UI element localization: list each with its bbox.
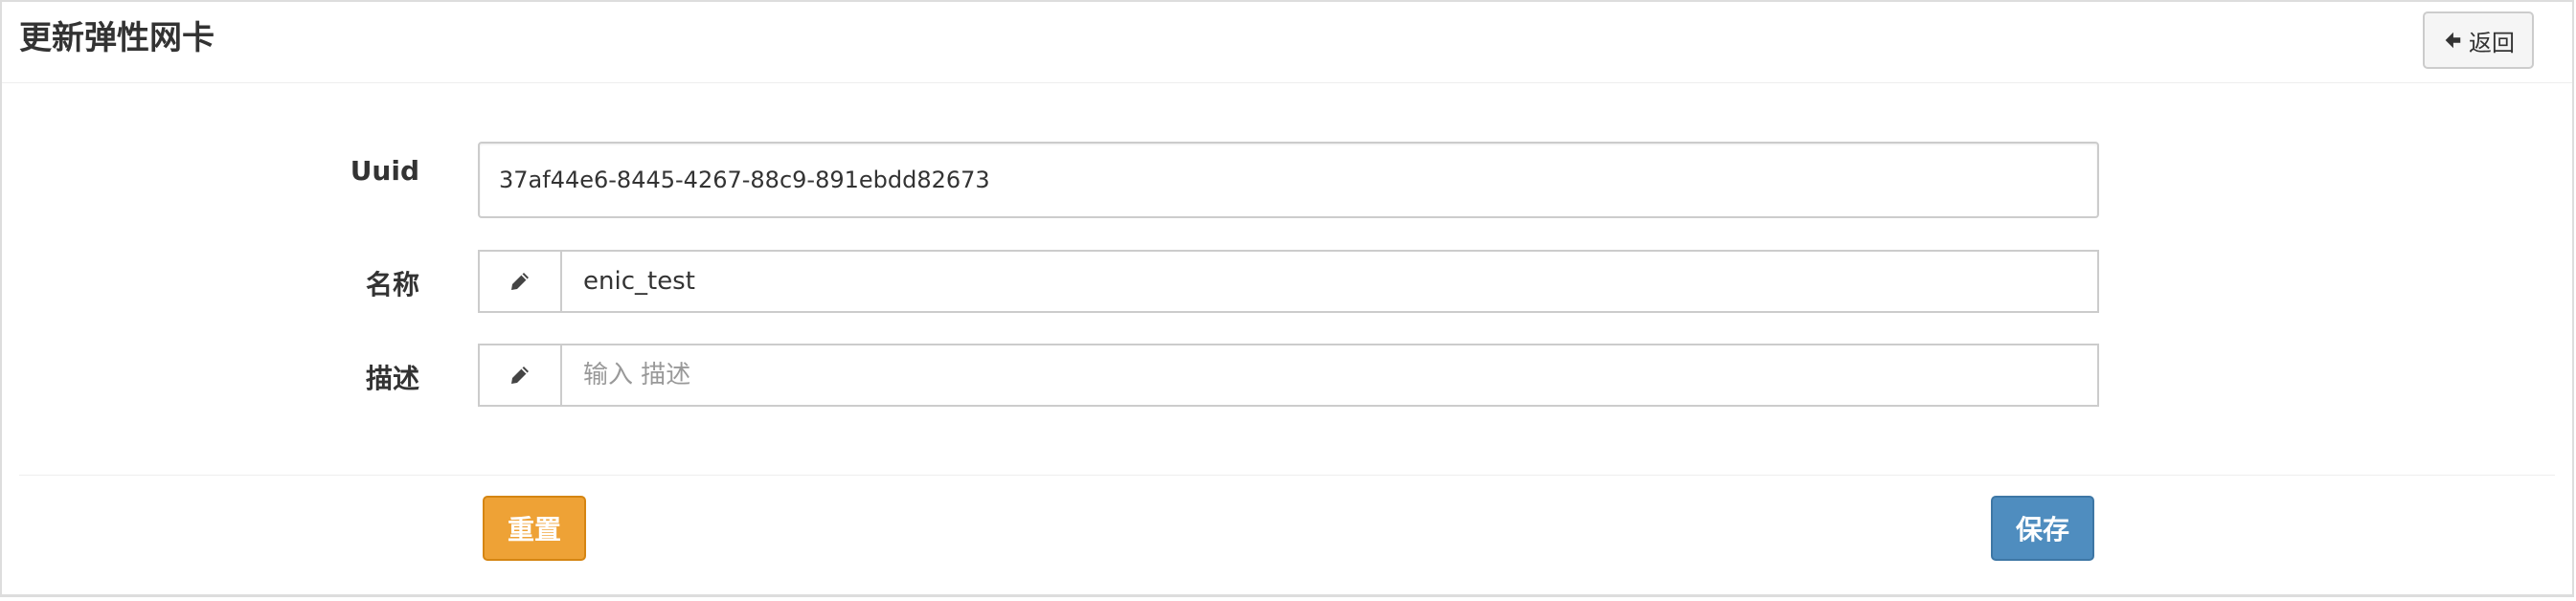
pencil-icon: [511, 367, 529, 384]
description-input[interactable]: [562, 345, 2097, 405]
reset-button[interactable]: 重置: [483, 496, 586, 561]
save-button[interactable]: 保存: [1991, 496, 2094, 561]
uuid-field[interactable]: 37af44e6-8445-4267-88c9-891ebdd82673: [478, 142, 2099, 218]
name-addon: [480, 252, 562, 311]
footer-divider: [19, 475, 2555, 476]
back-button[interactable]: 返回: [2423, 11, 2534, 69]
edit-panel: 更新弹性网卡 返回 Uuid 37af44e6-8445-4267-88c9-8…: [0, 0, 2574, 597]
name-input-group: [478, 250, 2099, 313]
pencil-icon: [511, 273, 529, 290]
description-input-group: [478, 344, 2099, 407]
uuid-label: Uuid: [350, 155, 419, 187]
name-label: 名称: [365, 269, 419, 300]
name-input[interactable]: [562, 252, 2097, 311]
panel-header: 更新弹性网卡 返回: [2, 2, 2572, 83]
page-title: 更新弹性网卡: [19, 19, 215, 57]
uuid-value: 37af44e6-8445-4267-88c9-891ebdd82673: [499, 167, 990, 193]
description-addon: [480, 345, 562, 405]
description-label: 描述: [365, 363, 419, 394]
arrow-left-icon: [2445, 32, 2461, 49]
back-button-label: 返回: [2469, 29, 2515, 56]
